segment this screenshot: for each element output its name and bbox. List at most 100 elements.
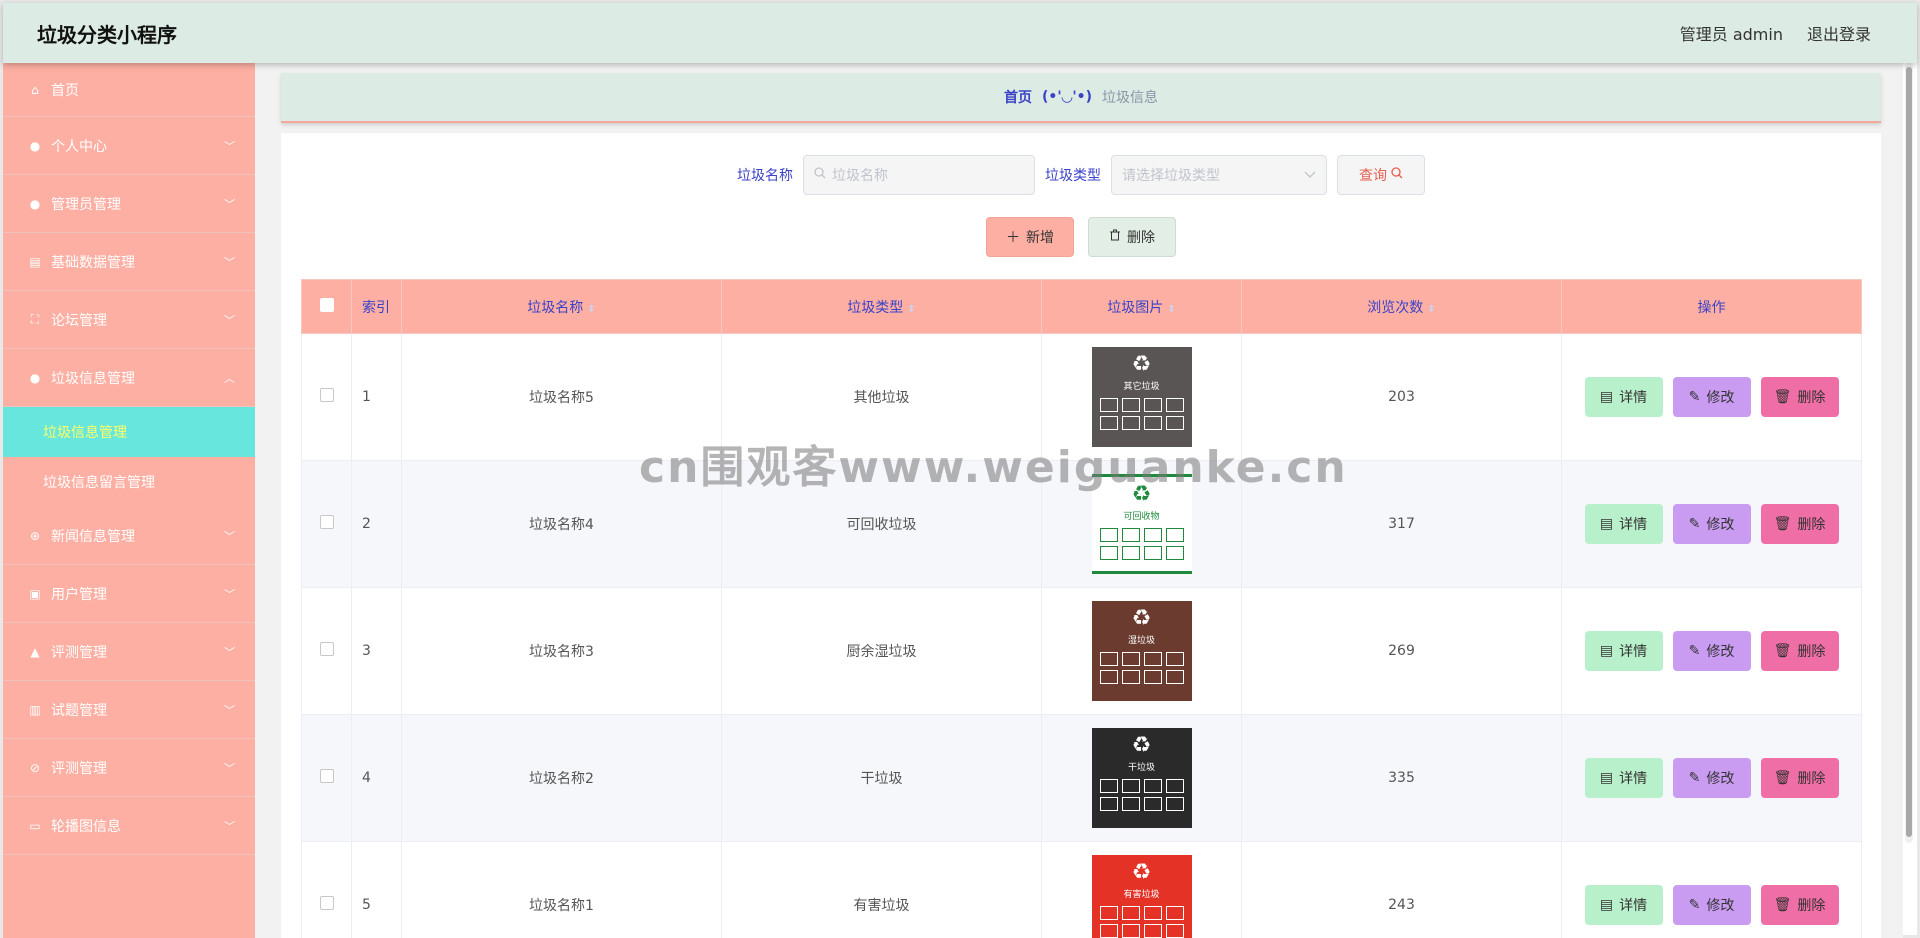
monitor-icon: ▭ (29, 818, 41, 833)
row-checkbox[interactable] (319, 896, 334, 910)
row-ops: ▤ 详情 ✎ 修改 🗑 删除 (1561, 714, 1862, 842)
row-ops: ▤ 详情 ✎ 修改 🗑 删除 (1561, 333, 1862, 461)
chevron-down-icon: ﹀ (224, 313, 235, 327)
edit-button[interactable]: ✎ 修改 (1672, 758, 1751, 798)
breadcrumb-home[interactable]: 首页 (1004, 87, 1032, 107)
sidebar-item[interactable]: ⛶ 论坛管理 ﹀ (3, 291, 255, 349)
sidebar-item[interactable]: ▭ 轮播图信息 ﹀ (3, 797, 255, 855)
name-filter-label: 垃圾名称 (737, 168, 793, 184)
type-filter-select[interactable]: 请选择垃圾类型 (1111, 155, 1327, 195)
edit-button[interactable]: ✎ 修改 (1672, 885, 1751, 925)
sidebar-item-label: 管理员管理 (51, 196, 121, 213)
frame-icon: ⛶ (30, 312, 40, 326)
row-checkbox[interactable] (319, 388, 334, 402)
sidebar-item[interactable]: ▣ 用户管理 ﹀ (3, 565, 255, 623)
recycle-icon: ♻ (1131, 733, 1152, 758)
chevron-up-icon: ︿ (224, 371, 235, 385)
add-button[interactable]: ＋ 新增 (986, 217, 1074, 257)
delete-button[interactable]: 🗑 删除 (1760, 377, 1839, 417)
pencil-icon: ✎ (1688, 897, 1701, 913)
row-index: 3 (351, 587, 402, 715)
edit-button-label: 修改 (1706, 771, 1735, 787)
vertical-scrollbar[interactable] (1905, 63, 1915, 843)
row-index: 4 (351, 714, 402, 842)
top-bar: 垃圾分类小程序 管理员 admin 退出登录 (3, 3, 1917, 63)
sort-icon: ⬍ (1167, 303, 1176, 315)
sidebar-item[interactable]: ⌂ 首页 (3, 63, 255, 117)
sidebar-item[interactable]: ▥ 试题管理 ﹀ (3, 681, 255, 739)
row-checkbox[interactable] (319, 769, 334, 783)
row-views: 243 (1241, 841, 1562, 938)
bulk-delete-label: 删除 (1127, 230, 1155, 246)
pencil-icon: ✎ (1688, 770, 1701, 786)
query-button-label: 查询 (1359, 168, 1387, 184)
garbage-image-label: 有害垃圾 (1123, 890, 1160, 900)
sidebar-item[interactable]: ▤ 基础数据管理 ﹀ (3, 233, 255, 291)
sidebar-item-label: 论坛管理 (51, 312, 107, 329)
header-name[interactable]: 垃圾名称 ⬍ (401, 279, 722, 334)
user-icon: ● (29, 138, 41, 153)
logout-link[interactable]: 退出登录 (1807, 21, 1871, 45)
header-index: 索引 (351, 279, 402, 334)
detail-button[interactable]: ▤ 详情 (1584, 377, 1663, 417)
garbage-image[interactable]: ♻ 干垃圾 (1091, 728, 1192, 828)
detail-button[interactable]: ▤ 详情 (1584, 504, 1663, 544)
edit-button-label: 修改 (1706, 517, 1735, 533)
row-name: 垃圾名称2 (401, 714, 722, 842)
sidebar-item[interactable]: ● 个人中心 ﹀ (3, 117, 255, 175)
sidebar-item-label: 新闻信息管理 (51, 528, 135, 545)
row-checkbox[interactable] (319, 642, 334, 656)
sidebar-item[interactable]: ⊕ 新闻信息管理 ﹀ (3, 507, 255, 565)
sidebar-item[interactable]: ▲ 评测管理 ﹀ (3, 623, 255, 681)
edit-button[interactable]: ✎ 修改 (1672, 631, 1751, 671)
sidebar-item[interactable]: ⊘ 评测管理 ﹀ (3, 739, 255, 797)
garbage-image[interactable]: ♻ 湿垃圾 (1091, 601, 1192, 701)
garbage-image[interactable]: ♻ 有害垃圾 (1091, 855, 1192, 938)
row-image-cell: ♻ 有害垃圾 (1041, 841, 1242, 938)
delete-button-label: 删除 (1797, 517, 1826, 533)
select-all-checkbox[interactable] (319, 297, 334, 312)
row-index: 5 (351, 841, 402, 938)
chevron-down-icon: ﹀ (224, 197, 235, 211)
row-type: 干垃圾 (721, 714, 1042, 842)
header-type[interactable]: 垃圾类型 ⬍ (721, 279, 1042, 334)
search-row: 垃圾名称 垃圾名称 垃圾类型 请选择垃圾类型 查询 (281, 155, 1881, 195)
delete-button[interactable]: 🗑 删除 (1760, 758, 1839, 798)
bulb-icon: ● (29, 370, 41, 385)
sidebar: ⌂ 首页 ● 个人中心 ﹀ ● 管理员管理 ﹀ ▤ 基础数据管理 ﹀ ⛶ 论坛管理 ﹀ ● 垃圾信息管理 ︿ 垃圾… (3, 63, 255, 938)
sidebar-item[interactable]: ● 管理员管理 ﹀ (3, 175, 255, 233)
header-views[interactable]: 浏览次数 ⬍ (1241, 279, 1562, 334)
briefcase-icon: ▣ (29, 586, 41, 601)
main-area: 首页 (•'◡'•) 垃圾信息 垃圾名称 垃圾名称 垃圾类型 请选择垃圾类型 查… (255, 63, 1903, 938)
bulk-delete-button[interactable]: 删除 (1088, 217, 1176, 257)
query-button[interactable]: 查询 (1337, 155, 1425, 195)
sidebar-item-label: 基础数据管理 (51, 254, 135, 271)
delete-button[interactable]: 🗑 删除 (1760, 885, 1839, 925)
type-filter-placeholder: 请选择垃圾类型 (1122, 168, 1220, 184)
table-header-row: 索引 垃圾名称 ⬍ 垃圾类型 ⬍ 垃圾图片 ⬍ 浏览次数 ⬍ 操作 (301, 279, 1862, 334)
detail-button[interactable]: ▤ 详情 (1584, 631, 1663, 671)
header-image[interactable]: 垃圾图片 ⬍ (1041, 279, 1242, 334)
delete-button[interactable]: 🗑 删除 (1760, 504, 1839, 544)
clipboard-icon: ▥ (29, 702, 41, 717)
document-icon: ▤ (1599, 389, 1614, 405)
name-filter-input[interactable]: 垃圾名称 (803, 155, 1035, 195)
delete-button[interactable]: 🗑 删除 (1760, 631, 1839, 671)
edit-button[interactable]: ✎ 修改 (1672, 504, 1751, 544)
chevron-down-icon: ﹀ (224, 139, 235, 153)
sort-icon: ⬍ (907, 303, 916, 315)
sidebar-subitem[interactable]: 垃圾信息管理 (3, 407, 255, 457)
watermark: cn围观客www.weiguanke.cn (639, 442, 1348, 493)
breadcrumb-current: 垃圾信息 (1102, 90, 1159, 106)
document-icon: ▤ (1599, 770, 1614, 786)
header-type-label: 垃圾类型 (847, 299, 904, 316)
sidebar-item[interactable]: ● 垃圾信息管理 ︿ (3, 349, 255, 407)
edit-button[interactable]: ✎ 修改 (1672, 377, 1751, 417)
delete-button-label: 删除 (1797, 771, 1826, 787)
row-checkbox[interactable] (319, 515, 334, 529)
row-select-cell (301, 333, 352, 461)
sidebar-subitem[interactable]: 垃圾信息留言管理 (3, 457, 255, 507)
detail-button[interactable]: ▤ 详情 (1584, 758, 1663, 798)
detail-button[interactable]: ▤ 详情 (1584, 885, 1663, 925)
chevron-down-icon: ﹀ (224, 819, 235, 833)
